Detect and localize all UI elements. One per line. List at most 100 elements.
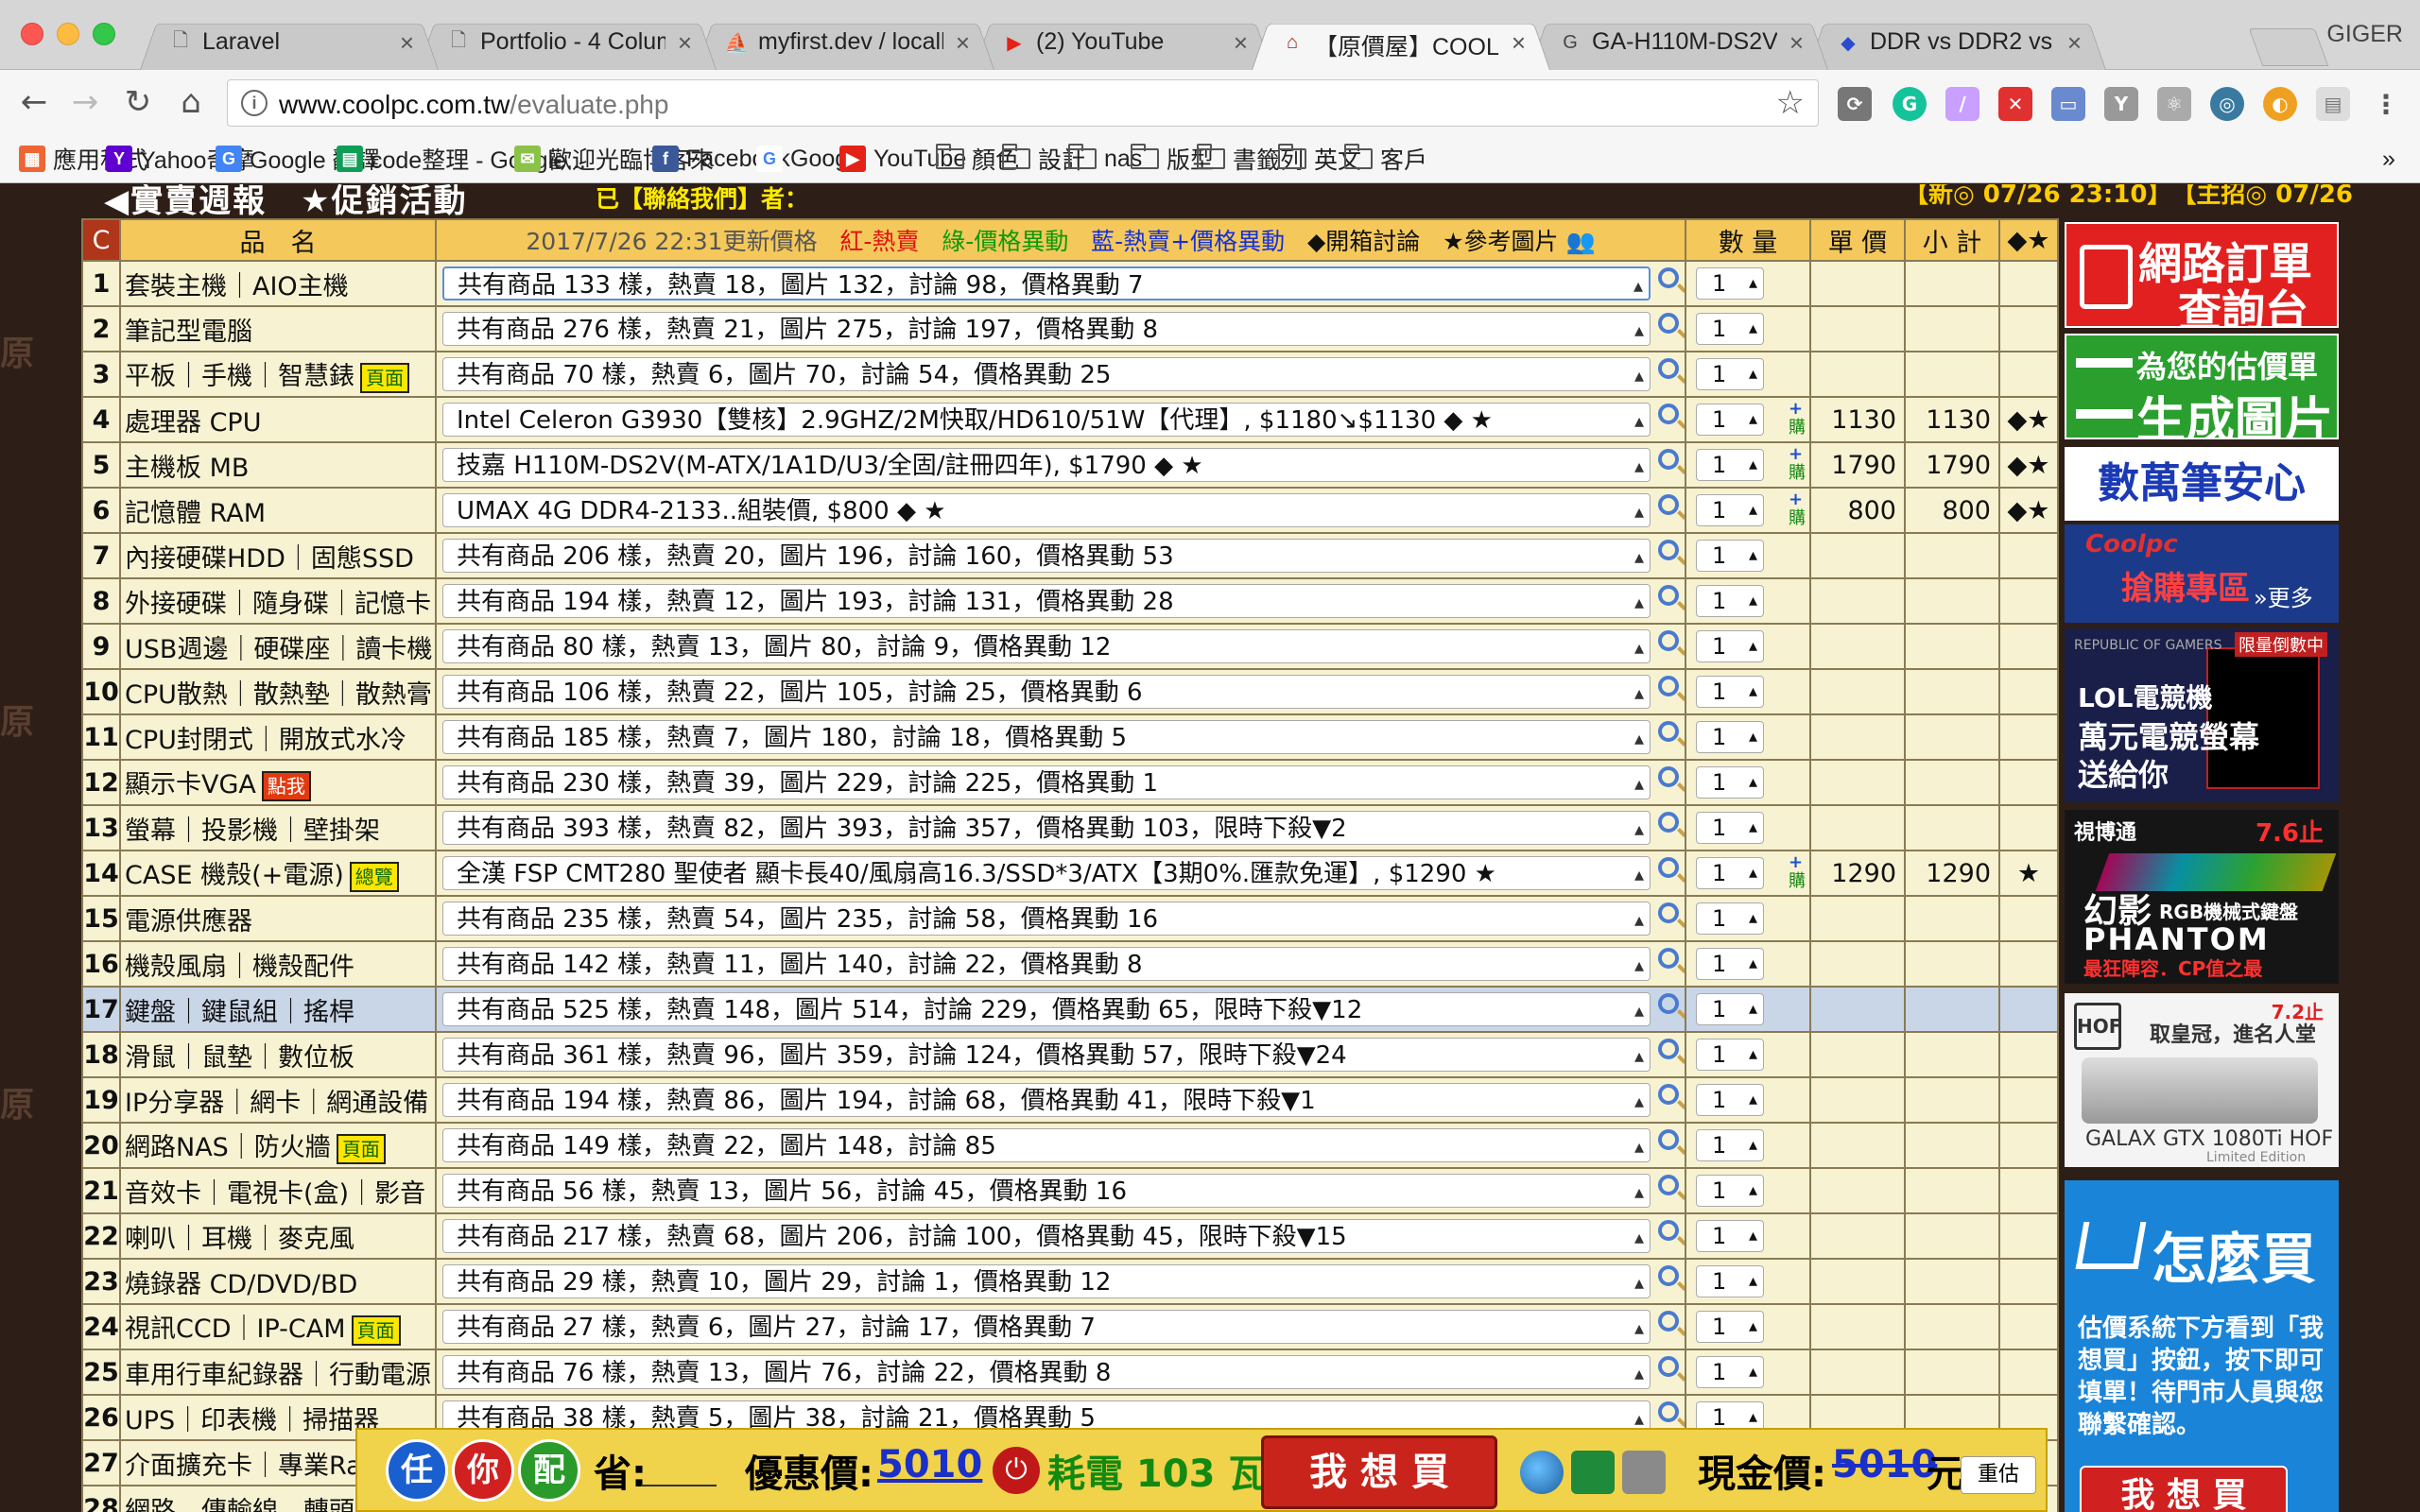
marks[interactable] <box>1998 305 2059 352</box>
bookmarks-more-icon[interactable]: » <box>2382 142 2395 176</box>
product-select[interactable]: 共有商品 106 樣，熱賣 22，圖片 105，討論 25，價格異動 6 ▴▾ <box>442 675 1651 709</box>
quantity-select[interactable]: 1 ▴▾ <box>1696 766 1764 803</box>
printer-icon[interactable] <box>1622 1451 1666 1494</box>
maximize-window-button[interactable] <box>93 23 115 45</box>
tab-0[interactable]: 🗋 Laravel × <box>140 17 439 70</box>
category-cell[interactable]: 喇叭｜耳機｜麥克風 <box>119 1212 437 1260</box>
product-select[interactable]: UMAX 4G DDR4-2133..組裝價, $800 ◆ ★ ▴▾ <box>442 493 1651 527</box>
search-icon[interactable] <box>1658 267 1679 288</box>
marks[interactable]: ◆★ <box>1998 487 2059 534</box>
screenshot-extension-icon[interactable]: ▭ <box>2051 87 2085 121</box>
search-icon[interactable] <box>1658 993 1679 1014</box>
tab-6[interactable]: ◆ DDR vs DDR2 vs D × <box>1807 17 2106 70</box>
category-cell[interactable]: 外接硬碟｜隨身碟｜記憶卡 <box>119 577 437 625</box>
product-select[interactable]: 共有商品 525 樣，熱賣 148，圖片 514，討論 229，價格異動 65，… <box>442 992 1651 1026</box>
search-icon[interactable] <box>1658 1129 1679 1150</box>
search-icon[interactable] <box>1658 585 1679 606</box>
product-select[interactable]: 共有商品 56 樣，熱賣 13，圖片 56，討論 45，價格異動 16 ▴▾ <box>442 1174 1651 1208</box>
marks[interactable] <box>1998 713 2059 761</box>
home-icon[interactable]: ⌂ <box>172 83 210 121</box>
want-to-buy-button[interactable]: 我 想 買 <box>1261 1435 1497 1509</box>
close-tab-icon[interactable]: × <box>400 28 414 58</box>
category-badge[interactable]: 頁面 <box>360 362 409 393</box>
quantity-select[interactable]: 1 ▴▾ <box>1696 1084 1764 1121</box>
category-cell[interactable]: CASE 機殼(+電源) 總覽 <box>119 850 437 897</box>
legend-photo[interactable]: ★參考圖片 <box>1443 228 1558 255</box>
category-badge[interactable]: 頁面 <box>351 1314 401 1346</box>
quantity-select[interactable]: 1 ▴▾ <box>1696 313 1764 350</box>
category-cell[interactable]: 處理器 CPU <box>119 396 437 443</box>
close-tab-icon[interactable]: × <box>956 28 970 58</box>
close-tab-icon[interactable]: × <box>1234 28 1248 58</box>
marks[interactable] <box>1998 623 2059 670</box>
search-icon[interactable] <box>1658 902 1679 923</box>
category-badge[interactable]: 總覽 <box>349 861 399 892</box>
product-select[interactable]: 共有商品 70 樣，熱賣 6，圖片 70，討論 54，價格異動 25 ▴▾ <box>442 357 1651 391</box>
quantity-select[interactable]: 1 ▴▾ <box>1696 857 1764 894</box>
new-tab-button[interactable] <box>2248 28 2329 66</box>
category-cell[interactable]: 筆記型電腦 <box>119 305 437 352</box>
search-icon[interactable] <box>1658 766 1679 787</box>
marks[interactable] <box>1998 940 2059 988</box>
info-icon[interactable]: i <box>241 90 268 116</box>
marks[interactable] <box>1998 532 2059 579</box>
close-tab-icon[interactable]: × <box>2067 28 2082 58</box>
search-icon[interactable] <box>1658 812 1679 833</box>
category-cell[interactable]: 螢幕｜投影機｜壁掛架 <box>119 804 437 851</box>
product-select[interactable]: 共有商品 393 樣，熱賣 82，圖片 393，討論 357，價格異動 103，… <box>442 811 1651 845</box>
order-query-banner[interactable]: 網路訂單 查詢台 <box>2065 222 2339 328</box>
search-icon[interactable] <box>1658 1220 1679 1241</box>
globe-icon[interactable] <box>1520 1451 1564 1494</box>
category-cell[interactable]: CPU封閉式｜開放式水冷 <box>119 713 437 761</box>
marks[interactable] <box>1998 1076 2059 1124</box>
category-cell[interactable]: USB週邊｜硬碟座｜讀卡機 <box>119 623 437 670</box>
back-arrow-icon[interactable]: ← <box>15 83 53 121</box>
marks[interactable] <box>1998 351 2059 398</box>
product-select[interactable]: 共有商品 133 樣，熱賣 18，圖片 132，討論 98，價格異動 7 ▴▾ <box>442 266 1651 301</box>
product-select[interactable]: 共有商品 194 樣，熱賣 12，圖片 193，討論 131，價格異動 28 ▴▾ <box>442 584 1651 618</box>
marks[interactable] <box>1998 804 2059 851</box>
profile-name[interactable]: GIGER <box>2326 21 2403 48</box>
product-select[interactable]: 共有商品 230 樣，熱賣 39，圖片 229，討論 225，價格異動 1 ▴▾ <box>442 765 1651 799</box>
search-icon[interactable] <box>1658 494 1679 515</box>
marks[interactable] <box>1998 1122 2059 1169</box>
quantity-select[interactable]: 1 ▴▾ <box>1696 1356 1764 1393</box>
product-select[interactable]: 共有商品 361 樣，熱賣 96，圖片 359，討論 124，價格異動 57，限… <box>442 1038 1651 1072</box>
marks[interactable]: ◆★ <box>1998 396 2059 443</box>
reload-icon[interactable]: ↻ <box>119 83 157 121</box>
product-select[interactable]: Intel Celeron G3930【雙核】2.9GHZ/2M快取/HD610… <box>442 403 1651 437</box>
quantity-select[interactable]: 1 ▴▾ <box>1696 812 1764 849</box>
buy-link[interactable]: + 購 <box>1789 400 1808 438</box>
category-cell[interactable]: 內接硬碟HDD｜固態SSD <box>119 532 437 579</box>
category-cell[interactable]: 車用行車紀錄器｜行動電源 <box>119 1349 437 1396</box>
category-cell[interactable]: IP分享器｜網卡｜網通設備 <box>119 1076 437 1124</box>
close-tab-icon[interactable]: × <box>1512 28 1526 58</box>
bookmark-14[interactable]: 客戶 <box>1344 142 1427 176</box>
quantity-select[interactable]: 1 ▴▾ <box>1696 540 1764 576</box>
category-cell[interactable]: 音效卡｜電視卡(盒)｜影音 <box>119 1167 437 1214</box>
category-cell[interactable]: 電源供應器 <box>119 895 437 942</box>
marks[interactable]: ◆★ <box>1998 441 2059 489</box>
marks[interactable] <box>1998 1212 2059 1260</box>
buy-link[interactable]: + 購 <box>1789 445 1808 483</box>
product-select[interactable]: 共有商品 235 樣，熱賣 54，圖片 235，討論 58，價格異動 16 ▴▾ <box>442 902 1651 936</box>
quantity-select[interactable]: 1 ▴▾ <box>1696 449 1764 486</box>
category-badge[interactable]: 頁面 <box>336 1133 386 1164</box>
quantity-select[interactable]: 1 ▴▾ <box>1696 267 1764 304</box>
howbuy-button[interactable]: 我 想 買 <box>2080 1466 2288 1512</box>
category-cell[interactable]: 滑鼠｜鼠墊｜數位板 <box>119 1031 437 1078</box>
y-extension-icon[interactable]: Y <box>2104 87 2138 121</box>
category-cell[interactable]: 燒錄器 CD/DVD/BD <box>119 1258 437 1305</box>
product-select[interactable]: 共有商品 27 樣，熱賣 6，圖片 27，討論 17，價格異動 7 ▴▾ <box>442 1310 1651 1344</box>
category-badge[interactable]: 點我 <box>261 770 311 801</box>
quantity-select[interactable]: 1 ▴▾ <box>1696 902 1764 939</box>
product-select[interactable]: 共有商品 276 樣，熱賣 21，圖片 275，討論 197，價格異動 8 ▴▾ <box>442 312 1651 346</box>
product-select[interactable]: 技嘉 H110M-DS2V(M-ATX/1A1D/U3/全固/註冊四年), $1… <box>442 448 1651 482</box>
generate-image-banner[interactable]: 為您的估價單 生成圖片 <box>2065 334 2339 439</box>
menu-icon[interactable]: ⋮ <box>2369 87 2403 121</box>
marks[interactable] <box>1998 260 2059 307</box>
search-icon[interactable] <box>1658 721 1679 742</box>
category-cell[interactable]: 套裝主機｜AIO主機 <box>119 260 437 307</box>
category-cell[interactable]: 平板｜手機｜智慧錶 頁面 <box>119 351 437 398</box>
flash-sale-banner[interactable]: Coolpc 搶購專區 »更多 <box>2065 524 2339 623</box>
